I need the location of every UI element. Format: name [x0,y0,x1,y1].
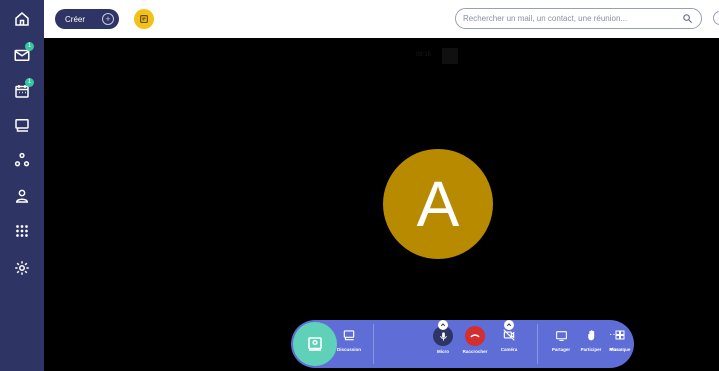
sidebar-item-calendar[interactable]: 1 [10,78,34,103]
hangup-button[interactable]: Raccrocher [459,326,491,354]
create-button[interactable]: Créer + [55,9,119,29]
micro-label: Micro [436,349,449,354]
sidebar-item-contacts[interactable] [10,184,34,208]
share-label: Partager [551,347,571,352]
create-label: Créer [65,14,86,24]
calendar-badge: 1 [25,78,34,87]
video-stage: 08:15 A Discussion Micro Raccrocher Camé… [44,38,719,371]
camera-label: Caméra [500,347,518,352]
camera-off-icon [503,329,515,341]
help-icon[interactable] [713,11,719,25]
call-timer: 08:15 [416,52,432,58]
sidebar-item-chat[interactable] [10,113,34,137]
sidebar-item-network[interactable] [10,148,34,172]
search-placeholder: Rechercher un mail, un contact, une réun… [463,14,628,23]
network-icon [14,152,30,167]
search-icon[interactable] [682,13,693,24]
note-icon [140,15,148,23]
camera-options-chevron-icon[interactable] [504,320,514,330]
chat-icon [15,119,29,132]
apps-grid-icon [16,225,28,237]
sidebar: 1 1 [0,0,44,371]
more-button[interactable]: ··· Plus [599,326,629,353]
hangup-icon [470,334,480,338]
more-dots-icon: ··· [609,329,619,340]
faint-tile-icon [442,48,458,64]
note-button[interactable] [134,9,154,29]
hangup-circle [465,326,485,346]
discussion-label: Discussion [336,347,361,352]
sidebar-item-home[interactable] [10,7,34,31]
top-bar: Créer + Rechercher un mail, un contact, … [44,0,719,38]
more-label: Plus [609,347,619,352]
active-view-button[interactable] [293,322,337,366]
plus-icon: + [102,13,114,25]
controls-divider-2 [537,324,538,364]
call-controls-bar: Discussion Micro Raccrocher Caméra Parta… [291,320,634,368]
discussion-icon [343,330,355,341]
search-input[interactable]: Rechercher un mail, un contact, une réun… [455,8,702,29]
camera-button[interactable]: Caméra [493,320,525,352]
home-icon [15,12,29,26]
hangup-label: Raccrocher [462,349,488,354]
share-button[interactable]: Partager [545,326,577,352]
gallery-icon [308,337,322,351]
sidebar-item-settings[interactable] [10,256,34,280]
micro-button[interactable]: Micro [427,320,459,354]
settings-icon [15,261,29,275]
sidebar-item-mail[interactable]: 1 [10,42,34,67]
microphone-icon [439,331,447,341]
mail-badge: 1 [25,42,34,51]
micro-options-chevron-icon[interactable] [438,320,448,330]
sidebar-item-apps[interactable] [10,219,34,243]
contact-icon [15,189,29,203]
controls-divider [373,324,374,364]
discussion-button[interactable]: Discussion [333,326,365,352]
participant-avatar: A [383,149,493,259]
share-screen-icon [555,330,567,341]
avatar-letter: A [416,168,460,240]
raise-hand-icon [587,329,594,340]
